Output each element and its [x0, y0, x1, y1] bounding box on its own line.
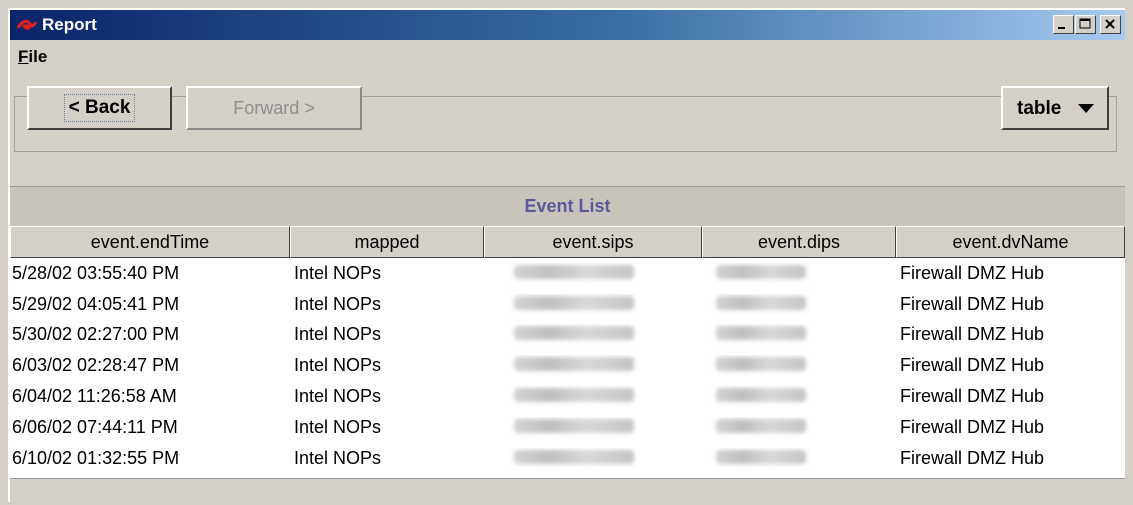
table-row[interactable]: 5/29/02 04:05:41 PM Intel NOPs Firewall …	[10, 289, 1125, 320]
view-dropdown[interactable]: table	[1001, 86, 1109, 130]
list-title: Event List	[524, 196, 611, 216]
cell-endtime: 6/03/02 02:28:47 PM	[12, 355, 180, 376]
cell-dvname: Firewall DMZ Hub	[900, 416, 1045, 437]
cell-dips-redacted	[702, 386, 896, 407]
minimize-button[interactable]	[1053, 15, 1074, 34]
report-window: Report File < Back Forward > table Event…	[8, 8, 1125, 505]
forward-button-label: Forward >	[233, 97, 315, 118]
window-title: Report	[42, 15, 97, 34]
minimize-icon	[1058, 27, 1065, 29]
cell-sips-redacted	[484, 448, 702, 469]
cell-sips-redacted	[484, 417, 702, 438]
list-title-bar: Event List	[10, 186, 1125, 227]
forward-button[interactable]: Forward >	[186, 86, 362, 130]
status-bar	[10, 478, 1125, 505]
cell-endtime: 6/06/02 07:44:11 PM	[12, 416, 178, 437]
cell-mapped: Intel NOPs	[294, 447, 382, 468]
event-table: 5/28/02 03:55:40 PM Intel NOPs Firewall …	[10, 258, 1125, 478]
table-row[interactable]: 6/06/02 07:44:11 PM Intel NOPs Firewall …	[10, 412, 1125, 443]
cell-dvname: Firewall DMZ Hub	[900, 447, 1045, 468]
cell-endtime: 5/29/02 04:05:41 PM	[12, 293, 180, 314]
table-row[interactable]: 6/04/02 11:26:58 AM Intel NOPs Firewall …	[10, 381, 1125, 412]
cell-mapped: Intel NOPs	[294, 262, 382, 283]
column-header-endtime[interactable]: event.endTime	[10, 226, 290, 258]
menu-bar: File	[10, 40, 1125, 74]
table-row[interactable]: 6/03/02 02:28:47 PM Intel NOPs Firewall …	[10, 350, 1125, 381]
back-button[interactable]: < Back	[27, 86, 172, 130]
menu-file[interactable]: File	[18, 47, 47, 67]
cell-sips-redacted	[484, 294, 702, 315]
column-header-dips[interactable]: event.dips	[702, 226, 896, 258]
cell-mapped: Intel NOPs	[294, 386, 382, 407]
cell-dips-redacted	[702, 263, 896, 284]
cell-mapped: Intel NOPs	[294, 293, 382, 314]
menu-file-label: ile	[28, 47, 48, 66]
cell-sips-redacted	[484, 355, 702, 376]
swirl-logo-icon	[16, 19, 38, 30]
column-header-dvname[interactable]: event.dvName	[896, 226, 1125, 258]
back-button-label: < Back	[63, 94, 136, 122]
maximize-button[interactable]	[1075, 15, 1096, 34]
cell-dvname: Firewall DMZ Hub	[900, 262, 1045, 283]
cell-endtime: 5/28/02 03:55:40 PM	[12, 262, 180, 283]
cell-sips-redacted	[484, 324, 702, 345]
cell-dvname: Firewall DMZ Hub	[900, 324, 1045, 345]
cell-mapped: Intel NOPs	[294, 416, 382, 437]
toolbar-panel	[14, 96, 1117, 152]
close-button[interactable]	[1100, 15, 1121, 34]
cell-dips-redacted	[702, 324, 896, 345]
chevron-down-icon	[1078, 104, 1094, 113]
column-header-sips[interactable]: event.sips	[484, 226, 702, 258]
cell-mapped: Intel NOPs	[294, 324, 382, 345]
cell-endtime: 6/10/02 01:32:55 PM	[12, 447, 180, 468]
cell-dips-redacted	[702, 294, 896, 315]
table-header: event.endTime mapped event.sips event.di…	[10, 226, 1125, 258]
cell-sips-redacted	[484, 386, 702, 407]
table-row[interactable]: 5/30/02 02:27:00 PM Intel NOPs Firewall …	[10, 320, 1125, 351]
cell-dvname: Firewall DMZ Hub	[900, 355, 1045, 376]
view-dropdown-value: table	[1017, 98, 1062, 119]
table-row[interactable]: 5/28/02 03:55:40 PM Intel NOPs Firewall …	[10, 258, 1125, 289]
menu-file-mnemonic: F	[18, 47, 29, 66]
cell-dips-redacted	[702, 355, 896, 376]
cell-dvname: Firewall DMZ Hub	[900, 386, 1045, 407]
cell-mapped: Intel NOPs	[294, 355, 382, 376]
cell-endtime: 6/04/02 11:26:58 AM	[12, 386, 177, 407]
title-bar[interactable]: Report	[10, 10, 1125, 40]
cell-dvname: Firewall DMZ Hub	[900, 293, 1045, 314]
table-row[interactable]: 6/10/02 01:32:55 PM Intel NOPs Firewall …	[10, 443, 1125, 474]
cell-sips-redacted	[484, 263, 702, 284]
cell-dips-redacted	[702, 448, 896, 469]
toolbar: < Back Forward > table	[10, 76, 1125, 186]
cell-dips-redacted	[702, 417, 896, 438]
close-icon	[1105, 19, 1115, 29]
maximize-icon	[1079, 18, 1091, 29]
cell-endtime: 5/30/02 02:27:00 PM	[12, 324, 180, 345]
column-header-mapped[interactable]: mapped	[290, 226, 484, 258]
